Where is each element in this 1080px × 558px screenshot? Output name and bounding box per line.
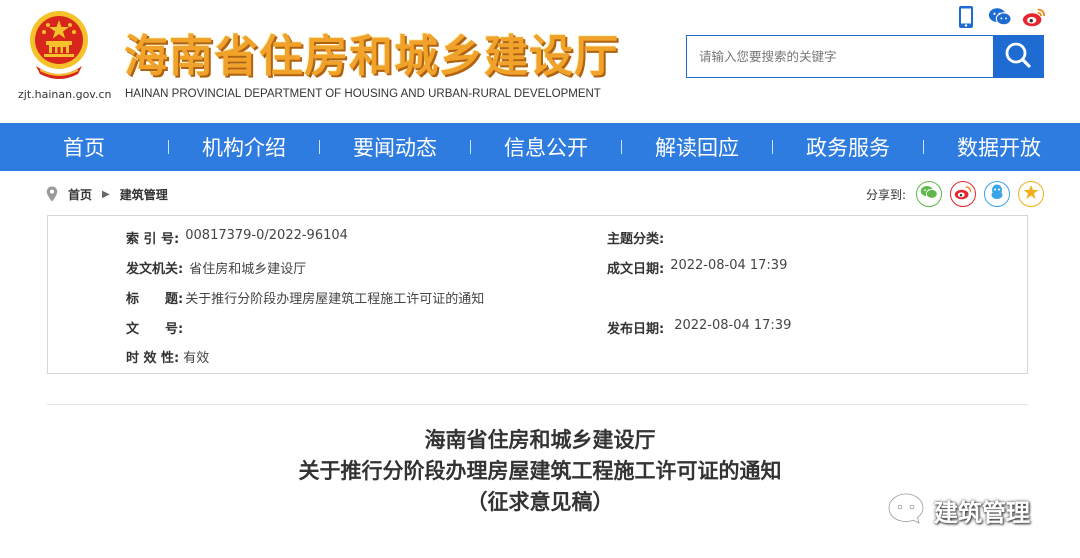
national-emblem-icon[interactable] bbox=[28, 8, 90, 82]
share-favorite-button[interactable] bbox=[1018, 181, 1045, 207]
article-title-line-2: 关于推行分阶段办理房屋建筑工程施工许可证的通知 bbox=[298, 459, 782, 483]
info-row-published: 发布日期: 2022-08-04 17:39 bbox=[607, 318, 791, 337]
issuer-label: 发文机关: bbox=[126, 262, 184, 277]
document-info-panel: 索 引 号: 00817379-0/2022-96104 主题分类: 发文机关:… bbox=[47, 215, 1028, 374]
validity-label: 时 效 性: bbox=[126, 351, 180, 366]
index-value: 00817379-0/2022-96104 bbox=[185, 228, 348, 243]
mobile-phone-icon[interactable] bbox=[954, 5, 978, 29]
weibo-icon[interactable] bbox=[1022, 5, 1046, 29]
breadcrumb-home[interactable]: 首页 bbox=[68, 186, 92, 203]
breadcrumb-current[interactable]: 建筑管理 bbox=[120, 186, 168, 203]
published-value: 2022-08-04 17:39 bbox=[674, 318, 792, 333]
nav-item-news[interactable]: 要闻动态 bbox=[320, 123, 470, 171]
info-row-topic: 主题分类: bbox=[607, 228, 670, 247]
qq-icon bbox=[990, 184, 1004, 204]
info-row-issuer: 发文机关: 省住房和城乡建设厅 bbox=[126, 258, 306, 277]
nav-item-about[interactable]: 机构介绍 bbox=[169, 123, 319, 171]
topic-label: 主题分类: bbox=[607, 232, 665, 247]
title-value: 关于推行分阶段办理房屋建筑工程施工许可证的通知 bbox=[185, 292, 485, 307]
nav-item-interpretation[interactable]: 解读回应 bbox=[622, 123, 772, 171]
weibo-icon bbox=[954, 185, 972, 204]
site-header: zjt.hainan.gov.cn 海南省住房和城乡建设厅 HAINAN PRO… bbox=[0, 0, 1080, 123]
watermark-text: 建筑管理 bbox=[934, 498, 1030, 527]
share-wechat-button[interactable] bbox=[916, 181, 943, 207]
nav-item-open-data[interactable]: 数据开放 bbox=[924, 123, 1074, 171]
created-value: 2022-08-04 17:39 bbox=[670, 258, 788, 273]
published-label: 发布日期: bbox=[607, 322, 665, 337]
nav-item-services[interactable]: 政务服务 bbox=[773, 123, 923, 171]
site-domain: zjt.hainan.gov.cn bbox=[18, 88, 112, 101]
breadcrumb: 首页 ▶ 建筑管理 bbox=[46, 184, 168, 204]
wechat-icon bbox=[920, 185, 938, 204]
info-row-validity: 时 效 性: 有效 bbox=[126, 347, 209, 366]
breadcrumb-arrow-icon: ▶ bbox=[102, 188, 110, 200]
site-subtitle: HAINAN PROVINCIAL DEPARTMENT OF HOUSING … bbox=[125, 88, 601, 100]
info-row-created: 成文日期: 2022-08-04 17:39 bbox=[607, 258, 787, 277]
wechat-icon[interactable] bbox=[988, 5, 1012, 29]
nav-item-disclosure[interactable]: 信息公开 bbox=[471, 123, 621, 171]
article-title-line-1: 海南省住房和城乡建设厅 bbox=[424, 428, 656, 452]
info-row-docno: 文 号: bbox=[126, 318, 189, 337]
share-qq-button[interactable] bbox=[984, 181, 1011, 207]
location-pin-icon bbox=[46, 186, 58, 202]
issuer-value: 省住房和城乡建设厅 bbox=[189, 262, 307, 277]
share-label: 分享到: bbox=[866, 187, 907, 202]
wechat-official-account-icon bbox=[886, 490, 926, 530]
content-divider bbox=[47, 404, 1028, 405]
search-box bbox=[686, 35, 1044, 78]
info-row-index: 索 引 号: 00817379-0/2022-96104 bbox=[126, 228, 348, 247]
info-row-title: 标 题: 关于推行分阶段办理房屋建筑工程施工许可证的通知 bbox=[126, 288, 484, 307]
share-weibo-button[interactable] bbox=[950, 181, 977, 207]
share-bar: 分享到: bbox=[866, 180, 1045, 208]
index-label: 索 引 号: bbox=[126, 232, 180, 247]
search-input[interactable] bbox=[687, 36, 993, 77]
created-label: 成文日期: bbox=[607, 262, 665, 277]
favorite-star-icon bbox=[1023, 184, 1039, 204]
nav-item-home[interactable]: 首页 bbox=[0, 123, 168, 171]
main-nav: 首页 机构介绍 要闻动态 信息公开 解读回应 政务服务 数据开放 bbox=[0, 123, 1080, 171]
search-button[interactable] bbox=[993, 36, 1043, 77]
validity-value: 有效 bbox=[183, 351, 210, 366]
title-label: 标 题: bbox=[126, 292, 184, 307]
wechat-watermark: 建筑管理 bbox=[886, 488, 1030, 532]
docno-label: 文 号: bbox=[126, 322, 184, 337]
top-icon-bar bbox=[954, 4, 1046, 30]
site-title[interactable]: 海南省住房和城乡建设厅 bbox=[124, 20, 619, 84]
search-icon bbox=[1003, 40, 1033, 74]
